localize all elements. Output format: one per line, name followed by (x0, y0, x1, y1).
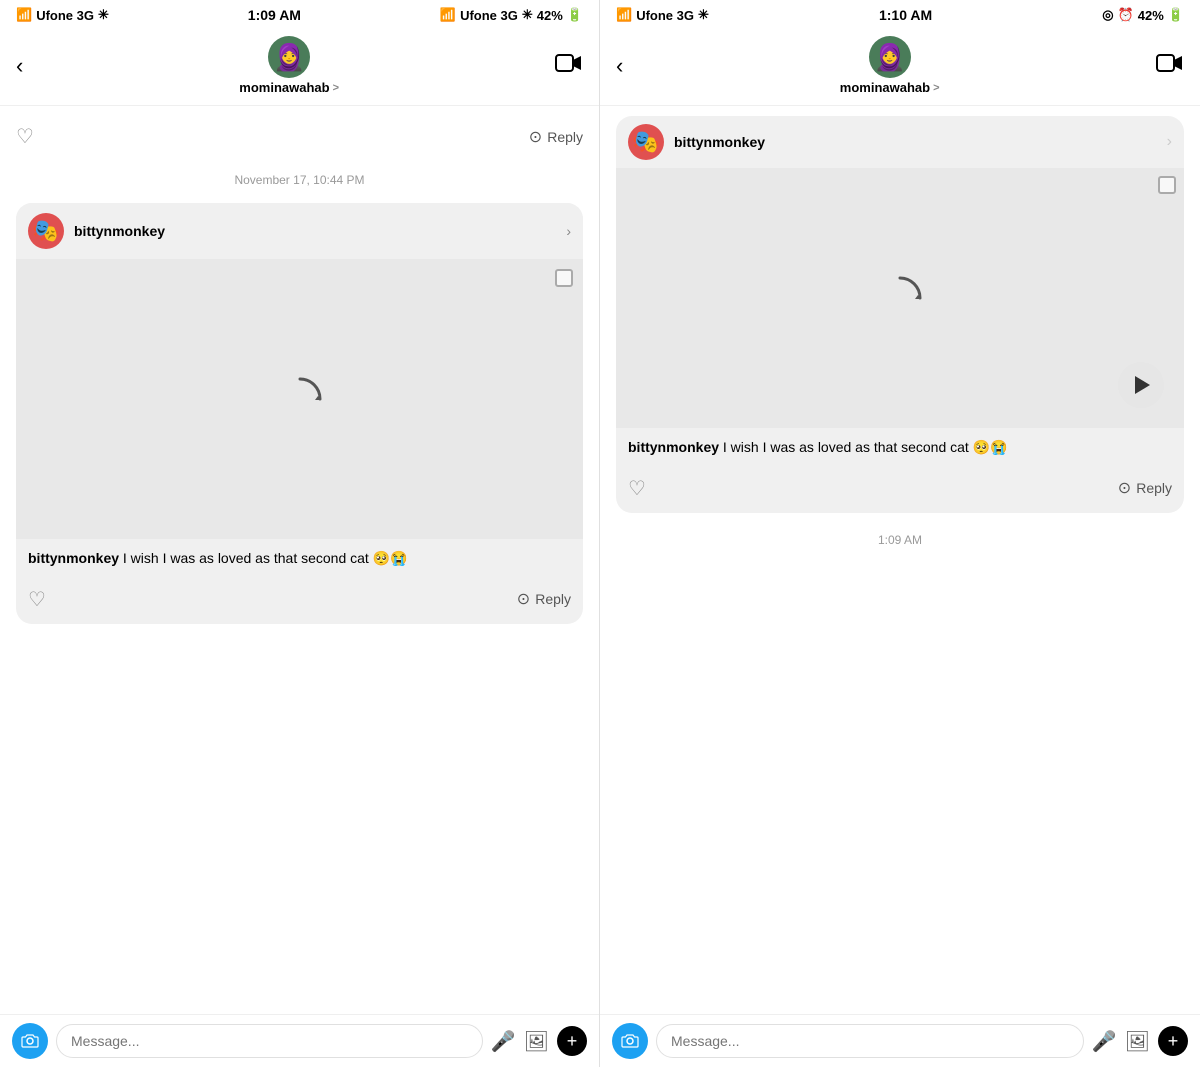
story-username-inline-left: bittynmonkey (28, 550, 119, 566)
nav-bar-left: ‹ 🧕 mominawahab > (0, 30, 599, 106)
plus-button-right[interactable]: + (1158, 1026, 1188, 1056)
nav-center-left[interactable]: 🧕 mominawahab > (239, 36, 339, 95)
status-carrier-left: 📶 Ufone 3G ✳ (16, 7, 109, 23)
username-right: mominawahab > (840, 80, 940, 95)
battery-icon: 🔋 (567, 7, 583, 23)
story-card-left: 🎭 bittynmonkey › bittynmonkey I wish I (16, 203, 583, 624)
play-triangle-icon (1135, 376, 1150, 394)
top-partial-header-right[interactable]: 🎭 bittynmonkey › (616, 116, 1184, 168)
story-chevron-left: › (566, 223, 571, 239)
avatar-right: 🧕 (869, 36, 911, 78)
carrier2-text: Ufone 3G (460, 8, 518, 23)
partial-username-right: bittynmonkey (674, 134, 1157, 150)
input-bar-left: 🎤 🖼 + (0, 1014, 599, 1067)
signal-icon: 📶 (16, 7, 32, 23)
story-username-inline-right-top: bittynmonkey (628, 439, 719, 455)
heart-button-story-left[interactable]: ♡ (28, 587, 46, 612)
username-text-left: mominawahab (239, 80, 329, 95)
story-text-left: bittynmonkey I wish I was as loved as th… (16, 539, 583, 579)
input-icons-right: 🎤 🖼 + (1092, 1026, 1188, 1056)
story-checkbox-left[interactable] (555, 269, 573, 287)
camera-button-right[interactable] (612, 1023, 648, 1059)
nav-center-right[interactable]: 🧕 mominawahab > (840, 36, 940, 95)
chat-content-left: ♡ ⊙ Reply November 17, 10:44 PM 🎭 bittyn… (0, 106, 599, 1014)
right-phone-panel: 📶 Ufone 3G ✳ 1:10 AM ◎ ⏰ 42% 🔋 ‹ 🧕 momin… (600, 0, 1200, 1067)
wifi-icon: ✳ (98, 7, 109, 23)
loc-icon: ✳ (522, 7, 533, 23)
story-message-right-top: I wish I was as loved as that second cat… (719, 439, 1008, 455)
alarm-icon: ⏰ (1118, 7, 1134, 23)
nav-chevron-right: > (933, 82, 939, 94)
time-right: 1:10 AM (879, 7, 932, 23)
wifi-icon-right: ✳ (698, 7, 709, 23)
story-avatar-top-right: 🎭 (628, 124, 664, 160)
left-phone-panel: 📶 Ufone 3G ✳ 1:09 AM 📶 Ufone 3G ✳ 42% 🔋 … (0, 0, 600, 1067)
story-actions-right: ♡ ⊙ Reply (616, 468, 1184, 513)
mic-icon-left[interactable]: 🎤 (491, 1029, 516, 1054)
top-partial-card-right: 🎭 bittynmonkey › (616, 116, 1184, 513)
status-bar-left: 📶 Ufone 3G ✳ 1:09 AM 📶 Ufone 3G ✳ 42% 🔋 (0, 0, 599, 30)
battery-icon-right: 🔋 (1168, 7, 1184, 23)
video-button-left[interactable] (555, 53, 583, 79)
heart-button-story-right[interactable]: ♡ (628, 476, 646, 501)
plus-button-left[interactable]: + (557, 1026, 587, 1056)
status-right-right: ◎ ⏰ 42% 🔋 (1102, 7, 1184, 23)
nav-chevron-left: > (333, 82, 339, 94)
battery-left: 42% (537, 8, 563, 23)
message-input-right[interactable] (656, 1024, 1084, 1058)
chat-content-right: 🎭 bittynmonkey › (600, 106, 1200, 1014)
signal2-icon: 📶 (440, 7, 456, 23)
reply-label-story-right: Reply (1136, 480, 1172, 496)
reply-button-prev[interactable]: ⊙ Reply (529, 127, 583, 147)
story-username-left: bittynmonkey (74, 223, 556, 239)
signal-icon-right: 📶 (616, 7, 632, 23)
play-button-right[interactable] (1118, 362, 1164, 408)
story-avatar-left: 🎭 (28, 213, 64, 249)
video-button-right[interactable] (1156, 53, 1184, 79)
heart-button-prev[interactable]: ♡ (16, 124, 34, 149)
status-right-left: 📶 Ufone 3G ✳ 42% 🔋 (440, 7, 583, 23)
story-actions-left: ♡ ⊙ Reply (16, 579, 583, 624)
time-left: 1:09 AM (248, 7, 301, 23)
carrier-text-left: Ufone 3G (36, 8, 94, 23)
loading-spinner-right-top (875, 273, 925, 323)
reply-button-story-left[interactable]: ⊙ Reply (517, 589, 571, 609)
prev-message-actions: ♡ ⊙ Reply (16, 116, 583, 157)
username-left: mominawahab > (239, 80, 339, 95)
username-text-right: mominawahab (840, 80, 930, 95)
partial-chevron-right: › (1167, 133, 1172, 151)
camera-reply-icon-story-left: ⊙ (517, 589, 530, 609)
timestamp-right: 1:09 AM (616, 527, 1184, 553)
camera-reply-icon-story-right: ⊙ (1118, 478, 1131, 498)
input-bar-right: 🎤 🖼 + (600, 1014, 1200, 1067)
camera-button-left[interactable] (12, 1023, 48, 1059)
loc-icon-right: ◎ (1102, 7, 1113, 23)
carrier-text-right: Ufone 3G (636, 8, 694, 23)
back-button-left[interactable]: ‹ (16, 53, 23, 79)
avatar-left: 🧕 (268, 36, 310, 78)
story-checkbox-right-top[interactable] (1158, 176, 1176, 194)
reply-label-prev: Reply (547, 129, 583, 145)
story-card-header-left[interactable]: 🎭 bittynmonkey › (16, 203, 583, 259)
status-bar-right: 📶 Ufone 3G ✳ 1:10 AM ◎ ⏰ 42% 🔋 (600, 0, 1200, 30)
story-text-right-top: bittynmonkey I wish I was as loved as th… (616, 428, 1184, 468)
gallery-icon-left[interactable]: 🖼 (524, 1029, 549, 1054)
battery-right: 42% (1138, 8, 1164, 23)
story-message-left: I wish I was as loved as that second cat… (119, 550, 408, 566)
reply-button-story-right[interactable]: ⊙ Reply (1118, 478, 1172, 498)
back-button-right[interactable]: ‹ (616, 53, 623, 79)
story-image-area-right-top (616, 168, 1184, 428)
message-input-left[interactable] (56, 1024, 483, 1058)
mic-icon-right[interactable]: 🎤 (1092, 1029, 1117, 1054)
reply-label-story-left: Reply (535, 591, 571, 607)
gallery-icon-right[interactable]: 🖼 (1125, 1029, 1150, 1054)
status-carrier-right: 📶 Ufone 3G ✳ (616, 7, 709, 23)
timestamp-left: November 17, 10:44 PM (16, 167, 583, 193)
loading-spinner-left (275, 374, 325, 424)
nav-bar-right: ‹ 🧕 mominawahab > (600, 30, 1200, 106)
camera-reply-icon: ⊙ (529, 127, 542, 147)
story-image-area-left (16, 259, 583, 539)
input-icons-left: 🎤 🖼 + (491, 1026, 587, 1056)
